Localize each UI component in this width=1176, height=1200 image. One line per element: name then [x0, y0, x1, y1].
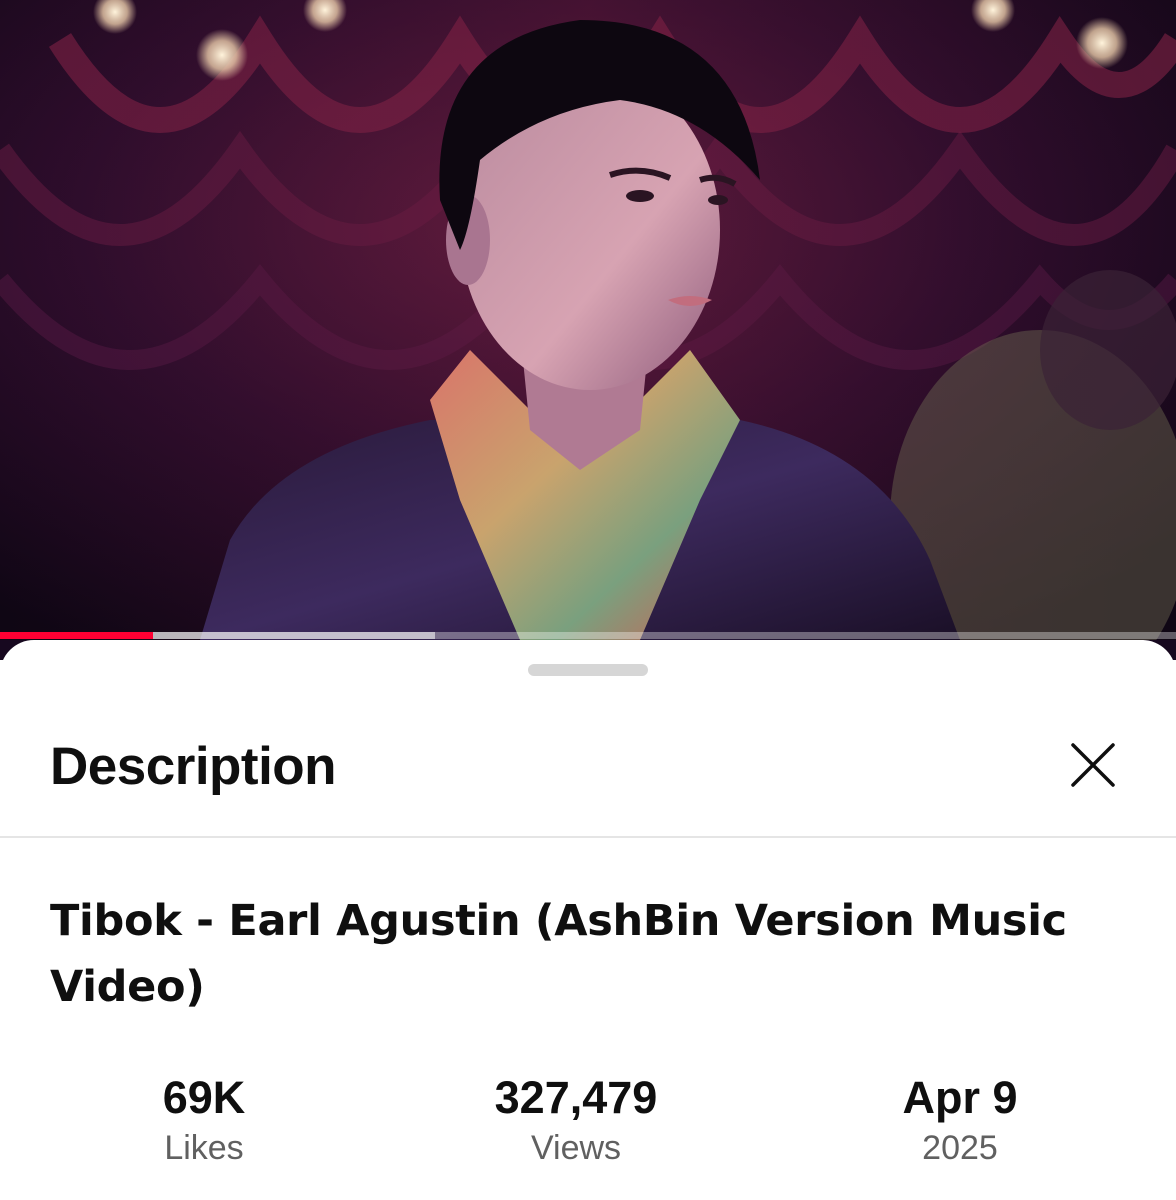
sheet-title: Description	[50, 737, 337, 796]
video-title: Tibok - Earl Agustin (AshBin Version Mus…	[50, 896, 1067, 1012]
likes-count: 69K	[162, 1072, 246, 1123]
video-player[interactable]	[0, 0, 1176, 660]
divider	[0, 836, 1176, 838]
views-count: 327,479	[494, 1072, 658, 1123]
close-button[interactable]	[1060, 732, 1126, 798]
progress-bar[interactable]	[0, 632, 1176, 639]
description-sheet: Description Tibok - Earl Agustin (AshBin…	[0, 640, 1176, 1200]
upload-date: Apr 9	[902, 1072, 1018, 1123]
upload-year: 2025	[922, 1129, 998, 1167]
views-label: Views	[530, 1129, 622, 1167]
stats-row: 69K Likes 327,479 Views Apr 9 2025	[0, 1070, 1176, 1180]
screen: Description Tibok - Earl Agustin (AshBin…	[0, 0, 1176, 1200]
likes-label: Likes	[164, 1129, 244, 1167]
likes-stat: 69K Likes	[74, 1070, 334, 1170]
close-icon	[1071, 743, 1115, 787]
views-stat: 327,479 Views	[446, 1070, 706, 1170]
progress-played	[0, 632, 153, 639]
drag-handle[interactable]	[528, 664, 648, 676]
video-frame	[0, 0, 1176, 640]
date-stat: Apr 9 2025	[830, 1070, 1090, 1170]
